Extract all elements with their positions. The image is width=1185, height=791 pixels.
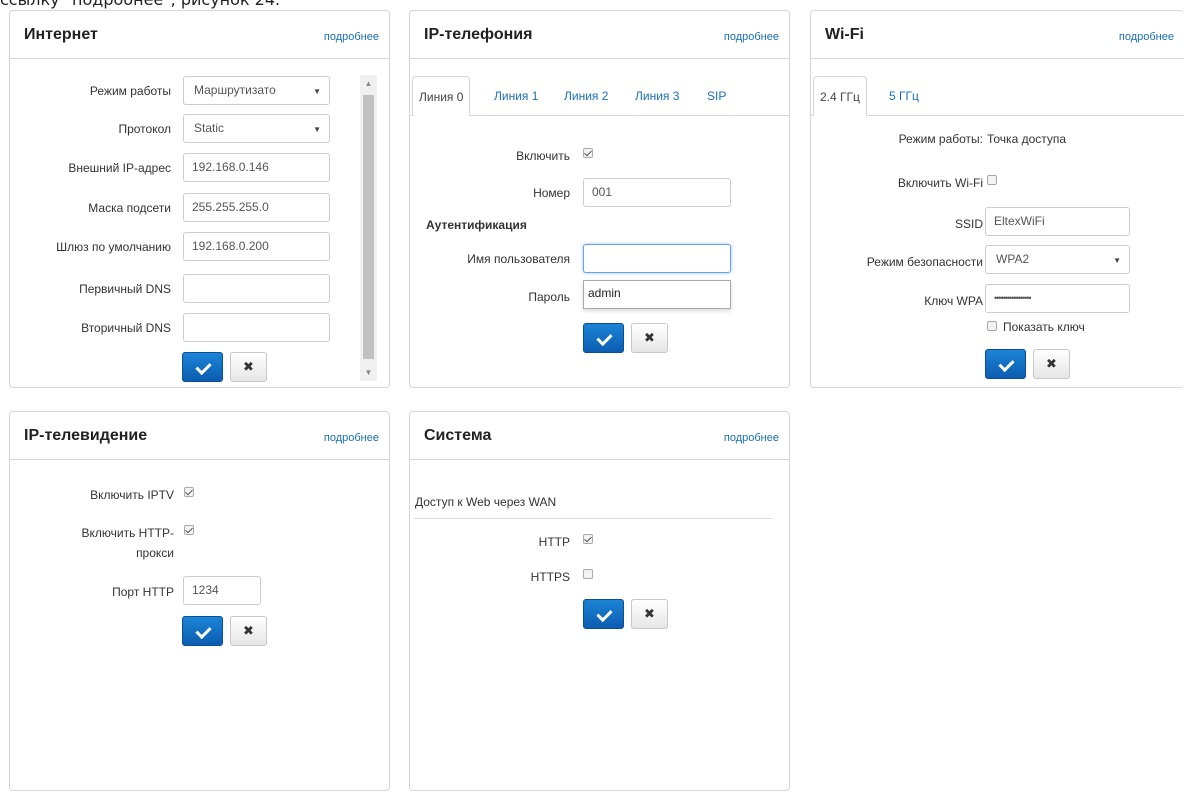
wifi-security-select[interactable]: WPA2 ▼ [985,245,1130,274]
wifi-key-field[interactable]: ••••••••••••••••• [985,284,1130,313]
system-http-label: HTTP [538,535,570,549]
internet-panel: Интернет подробнее Режим работы Маршрути… [9,10,390,388]
internet-protocol-label: Протокол [118,122,171,136]
wifi-ssid-field[interactable]: EltexWiFi [985,207,1130,236]
voip-enable-checkbox[interactable] [583,148,593,158]
internet-dns2-label: Вторичный DNS [81,321,171,335]
tab-line-1[interactable]: Линия 1 [494,76,538,116]
iptv-enable-checkbox[interactable] [184,487,194,497]
system-https-checkbox[interactable] [583,569,593,579]
scrollbar-thumb[interactable] [363,95,374,359]
iptv-panel-header: IP-телевидение подробнее [10,412,389,460]
chevron-down-icon: ▼ [1113,256,1121,265]
voip-user-label: Имя пользователя [467,252,570,266]
scroll-down-icon[interactable]: ▼ [360,364,377,381]
iptv-cancel-button[interactable]: ✖ [230,616,267,646]
internet-mask-label: Маска подсети [88,201,171,215]
scroll-up-icon[interactable]: ▲ [360,75,377,92]
internet-protocol-select[interactable]: Static ▼ [183,114,330,143]
wifi-panel-title: Wi-Fi [825,26,864,43]
wifi-ssid-label: SSID [954,217,983,231]
internet-panel-title: Интернет [24,26,98,43]
iptv-more-link[interactable]: подробнее [324,432,379,444]
wifi-show-key-checkbox[interactable] [987,321,997,331]
voip-save-button[interactable] [583,323,624,353]
internet-dns1-label: Первичный DNS [79,282,171,296]
voip-panel: IP-телефония подробнее Линия 0 Линия 1 Л… [409,10,790,388]
tab-sip[interactable]: SIP [707,76,726,116]
internet-more-link[interactable]: подробнее [324,31,379,43]
wifi-cancel-button[interactable]: ✖ [1033,349,1070,379]
internet-protocol-value: Static [194,121,225,135]
iptv-port-field[interactable]: 1234 [183,576,261,605]
wifi-panel: Wi-Fi подробнее 2.4 ГГц 5 ГГц Режим рабо… [810,10,1184,388]
internet-dns2-field[interactable] [183,313,330,342]
voip-panel-header: IP-телефония подробнее [410,11,789,59]
wifi-more-link[interactable]: подробнее [1119,31,1174,43]
voip-number-label: Номер [533,186,570,200]
wifi-mode-label: Режим работы: [898,132,983,146]
internet-save-button[interactable] [182,352,223,382]
iptv-port-label: Порт HTTP [112,585,174,599]
system-cancel-button[interactable]: ✖ [631,599,668,629]
wifi-save-button[interactable] [985,349,1026,379]
voip-auth-title: Аутентификация [426,218,527,232]
voip-more-link[interactable]: подробнее [724,31,779,43]
system-http-checkbox[interactable] [583,534,593,544]
internet-mode-select[interactable]: Маршрутизато ▼ [183,76,330,105]
tab-line-0[interactable]: Линия 0 [412,76,471,116]
wifi-enable-label: Включить Wi-Fi [897,176,983,190]
voip-password-label: Пароль [528,290,570,304]
internet-mask-field[interactable]: 255.255.255.0 [183,193,330,222]
tab-wifi-5ghz[interactable]: 5 ГГц [889,76,919,116]
voip-autocomplete-dropdown[interactable]: admin [583,280,731,309]
internet-mode-value: Маршрутизато [194,83,276,97]
wifi-security-value: WPA2 [996,252,1030,266]
internet-dns1-field[interactable] [183,274,330,303]
wifi-security-label: Режим безопасности [866,255,983,269]
iptv-proxy-label-line2: прокси [136,546,174,560]
system-panel-header: Система подробнее [410,412,789,460]
system-https-label: HTTPS [530,570,570,584]
voip-panel-title: IP-телефония [424,26,533,43]
iptv-save-button[interactable] [182,616,223,646]
voip-enable-label: Включить [516,149,570,163]
wifi-key-label: Ключ WPA [924,294,983,308]
system-panel-title: Система [424,427,492,444]
wifi-mode-value: Точка доступа [987,132,1067,146]
internet-scrollbar[interactable]: ▲ ▼ [360,75,377,381]
tab-wifi-24ghz[interactable]: 2.4 ГГц [813,76,867,116]
voip-username-field[interactable] [583,244,731,273]
internet-cancel-button[interactable]: ✖ [230,352,267,382]
voip-tabs: Линия 0 Линия 1 Линия 2 Линия 3 SIP [410,76,789,116]
iptv-panel-title: IP-телевидение [24,427,148,444]
internet-gateway-label: Шлюз по умолчанию [56,240,171,254]
iptv-proxy-checkbox[interactable] [184,525,194,535]
system-divider [414,518,772,519]
chevron-down-icon: ▼ [313,87,321,96]
tab-line-2[interactable]: Линия 2 [564,76,608,116]
internet-panel-header: Интернет подробнее [10,11,389,59]
internet-ext-ip-label: Внешний IP-адрес [68,161,171,175]
internet-ext-ip-field[interactable]: 192.168.0.146 [183,153,330,182]
voip-number-field[interactable]: 001 [583,178,731,207]
iptv-proxy-label-line1: Включить HTTP- [81,526,175,540]
system-panel: Система подробнее Доступ к Web через WAN… [409,411,790,791]
chevron-down-icon: ▼ [313,125,321,134]
system-more-link[interactable]: подробнее [724,432,779,444]
wifi-tabs: 2.4 ГГц 5 ГГц [811,76,1184,116]
autocomplete-option-admin[interactable]: admin [588,286,621,300]
wifi-panel-header: Wi-Fi подробнее [811,11,1184,59]
internet-mode-label: Режим работы [89,84,171,98]
page-caption: ссылку "подробнее", рисунок 24. [0,0,280,9]
system-save-button[interactable] [583,599,624,629]
wifi-enable-checkbox[interactable] [987,175,997,185]
voip-cancel-button[interactable]: ✖ [631,323,668,353]
iptv-panel: IP-телевидение подробнее Включить IPTV В… [9,411,390,791]
internet-gateway-field[interactable]: 192.168.0.200 [183,232,330,261]
iptv-enable-label: Включить IPTV [90,488,174,502]
system-web-access-label: Доступ к Web через WAN [415,495,557,509]
wifi-show-key-label: Показать ключ [1003,320,1085,334]
tab-line-3[interactable]: Линия 3 [635,76,679,116]
